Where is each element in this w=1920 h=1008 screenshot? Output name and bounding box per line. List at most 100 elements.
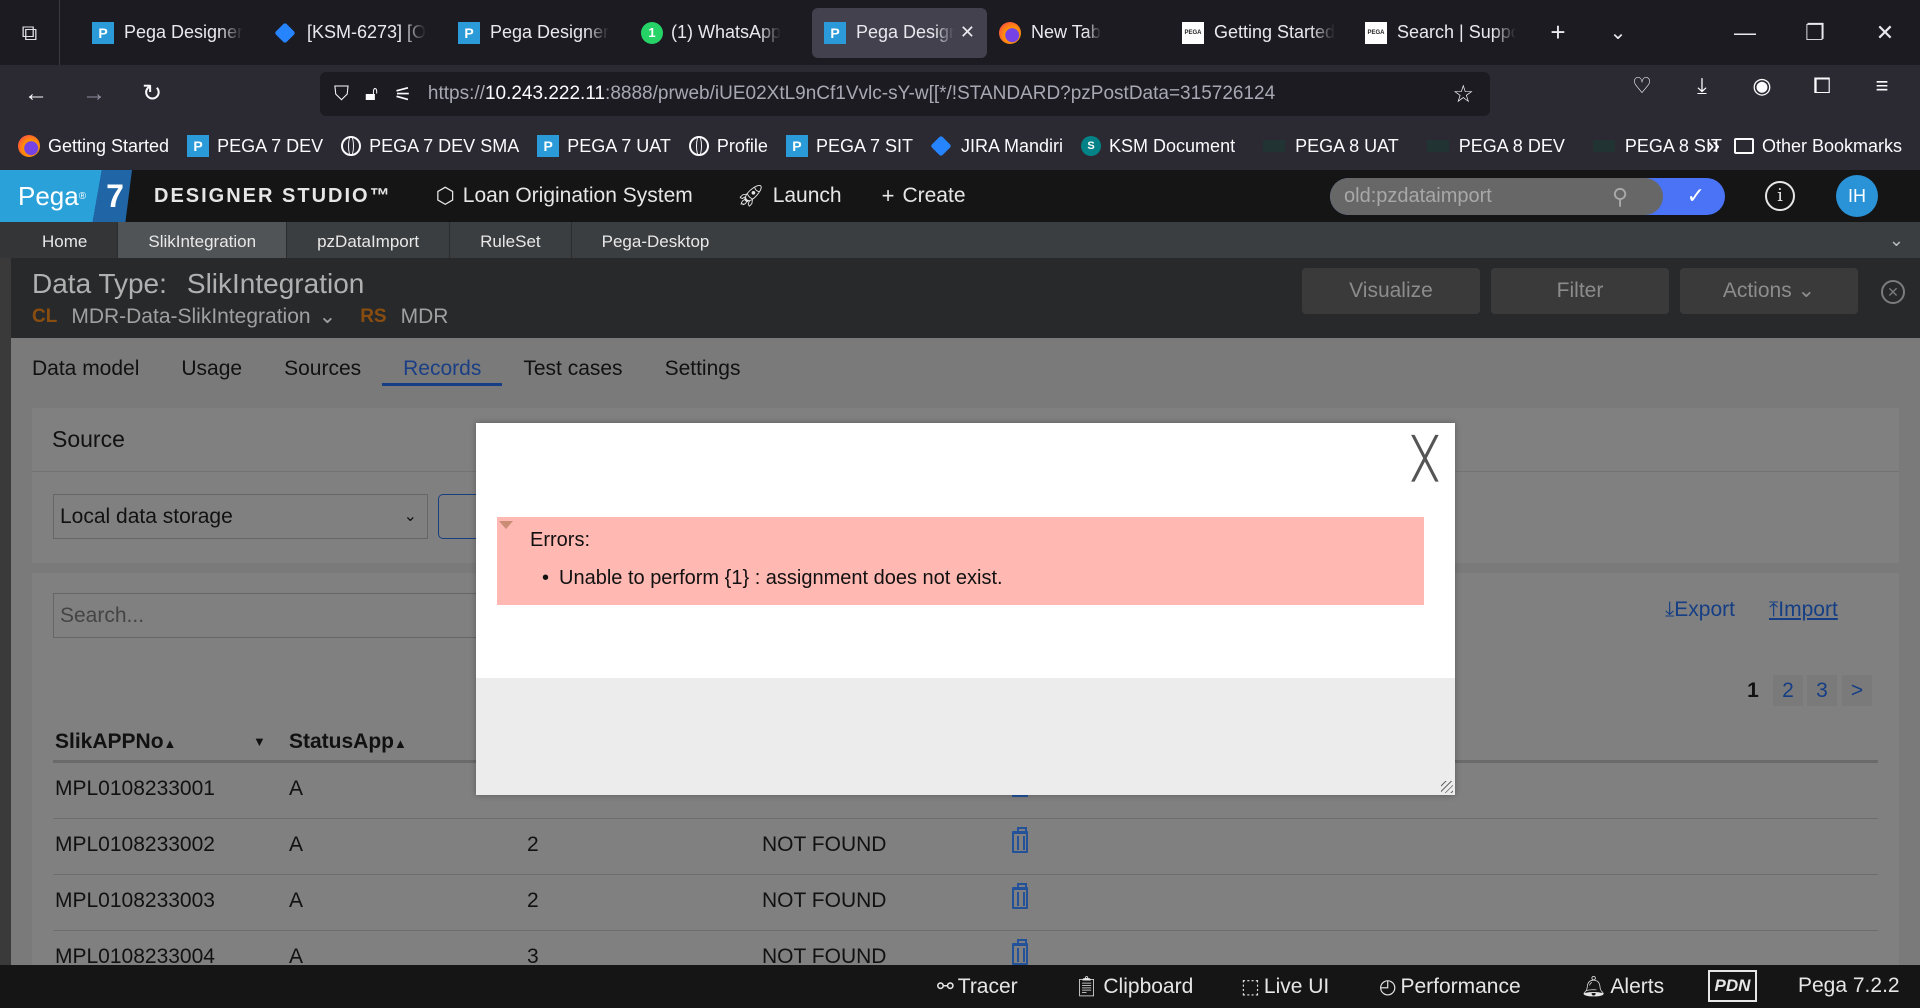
tab-pzdataimport[interactable]: pzDataImport: [287, 222, 451, 258]
source-select[interactable]: Local data storage ⌄: [53, 494, 428, 539]
application-menu[interactable]: ⬡ Loan Origination System: [436, 183, 693, 209]
browser-tab[interactable]: P Pega Designer: [80, 8, 263, 58]
tab-records[interactable]: Records: [382, 338, 503, 400]
tab-ruleset[interactable]: RuleSet: [450, 222, 572, 258]
bookmark-item[interactable]: PEGA 8 SIT: [1592, 136, 1722, 157]
resize-handle-icon[interactable]: [1441, 781, 1453, 793]
chevron-down-icon[interactable]: ⌄: [1588, 20, 1648, 45]
shield-icon[interactable]: ⛉: [334, 83, 349, 106]
collapse-triangle-icon[interactable]: [499, 521, 513, 529]
bookmark-item[interactable]: P PEGA 7 SIT: [785, 135, 913, 157]
delete-icon[interactable]: [1012, 939, 1028, 965]
chevron-down-icon: ⌄: [1797, 279, 1816, 302]
bookmark-star-icon[interactable]: ☆: [1452, 80, 1474, 109]
tab-pega-desktop[interactable]: Pega-Desktop: [572, 222, 740, 258]
browser-tab[interactable]: P Pega Designer: [446, 8, 629, 58]
export-link[interactable]: ⤓Export: [1665, 598, 1735, 622]
left-panel-handle[interactable]: [0, 258, 11, 965]
launch-menu[interactable]: 🚀︎ Launch: [737, 183, 842, 209]
extensions-icon[interactable]: ⧠: [1794, 73, 1850, 99]
lock-warning-icon[interactable]: 🔓︎: [365, 83, 378, 106]
browser-tab[interactable]: PEGA Getting Started: [1170, 8, 1353, 58]
sort-asc-icon: ▲: [394, 736, 407, 751]
pocket-icon[interactable]: ♡: [1614, 73, 1670, 99]
tab-usage[interactable]: Usage: [160, 338, 263, 400]
bookmark-item[interactable]: PEGA 8 UAT: [1263, 136, 1399, 157]
restore-icon[interactable]: ❐: [1780, 20, 1850, 46]
bookmark-item[interactable]: Profile: [688, 136, 768, 157]
forward-icon[interactable]: →: [72, 72, 116, 116]
version-label: Pega 7.2.2: [1798, 974, 1900, 997]
back-icon[interactable]: ←: [14, 72, 58, 116]
tab-slikintegration[interactable]: SlikIntegration: [118, 222, 288, 258]
bookmark-item[interactable]: P PEGA 7 DEV: [187, 135, 323, 157]
page-1[interactable]: 1: [1738, 675, 1768, 706]
bookmark-item[interactable]: S KSM Document: [1081, 136, 1235, 157]
chevron-down-icon[interactable]: ⌄: [1889, 230, 1904, 251]
delete-icon[interactable]: [1012, 827, 1028, 853]
close-icon[interactable]: ╳: [1413, 439, 1437, 479]
page-2[interactable]: 2: [1773, 675, 1803, 706]
designer-studio-menu[interactable]: DESIGNER STUDIO™: [154, 185, 392, 208]
page-3[interactable]: 3: [1807, 675, 1837, 706]
search-icon[interactable]: ⚲: [1612, 184, 1628, 210]
pega-logo-icon: [1426, 140, 1449, 152]
filter-icon[interactable]: ▼: [253, 734, 266, 749]
window-close-icon[interactable]: ✕: [1850, 20, 1920, 46]
create-menu[interactable]: + Create: [882, 183, 966, 209]
bookmark-item[interactable]: PEGA 8 DEV: [1426, 136, 1565, 157]
class-name-link[interactable]: MDR-Data-SlikIntegration: [71, 305, 310, 329]
reload-icon[interactable]: ↻: [130, 72, 174, 116]
pdn-button[interactable]: PDN: [1708, 970, 1757, 1002]
column-header-statusapp[interactable]: StatusApp▲: [289, 730, 407, 754]
browser-tab[interactable]: [KSM-6273] [O: [263, 8, 446, 58]
bookmark-item[interactable]: Getting Started: [18, 135, 169, 157]
bookmark-item[interactable]: P PEGA 7 UAT: [537, 135, 671, 157]
pega-logo-icon: [1263, 140, 1286, 152]
downloads-icon[interactable]: ⤓: [1674, 73, 1730, 99]
permissions-icon[interactable]: ⚟: [394, 82, 412, 107]
close-tab-icon[interactable]: ✕: [960, 22, 975, 43]
info-icon[interactable]: i: [1765, 181, 1795, 211]
tracer-button[interactable]: ⚯ Tracer: [937, 974, 1018, 999]
avatar[interactable]: IH: [1836, 175, 1878, 217]
tab-data-model[interactable]: Data model: [11, 338, 160, 400]
import-link[interactable]: ⤒Import: [1769, 598, 1838, 622]
chevron-down-icon[interactable]: ⌄: [319, 304, 337, 329]
search-box: old:pzdataimport ⚲ ✓: [1330, 178, 1725, 215]
gauge-icon: ◴: [1379, 976, 1397, 998]
minimize-icon[interactable]: —: [1710, 20, 1780, 46]
tab-sources[interactable]: Sources: [263, 338, 382, 400]
performance-button[interactable]: ◴ Performance: [1379, 974, 1521, 999]
browser-tab[interactable]: 1 (1) WhatsApp: [629, 8, 812, 58]
url-text[interactable]: https://10.243.222.11:8888/prweb/iUE02Xt…: [428, 83, 1275, 105]
bookmark-item[interactable]: PEGA 7 DEV SMA: [341, 136, 519, 157]
filter-button[interactable]: Filter: [1491, 268, 1669, 314]
close-rule-icon[interactable]: ✕: [1881, 280, 1905, 304]
pega-logo[interactable]: Pega ® 7: [0, 170, 132, 222]
live-ui-button[interactable]: ⬚ Live UI: [1241, 974, 1329, 999]
actions-button[interactable]: Actions ⌄: [1680, 268, 1858, 314]
delete-icon[interactable]: [1012, 883, 1028, 909]
bookmark-item[interactable]: JIRA Mandiri: [930, 135, 1063, 157]
account-icon[interactable]: ◉: [1734, 73, 1790, 99]
tab-home[interactable]: Home: [0, 222, 119, 258]
column-header-slikappno[interactable]: SlikAPPNo▲: [55, 730, 176, 754]
next-page[interactable]: >: [1842, 675, 1872, 706]
records-search-input[interactable]: Search...: [53, 593, 513, 638]
new-tab-icon[interactable]: +: [1528, 17, 1588, 48]
browser-tab[interactable]: PEGA Search | Suppo: [1353, 8, 1528, 58]
menu-icon[interactable]: ≡: [1854, 73, 1910, 99]
url-bar[interactable]: ⛉ 🔓︎ ⚟ https://10.243.222.11:8888/prweb/…: [320, 72, 1490, 116]
other-bookmarks[interactable]: Other Bookmarks: [1733, 136, 1902, 157]
browser-tab[interactable]: New Tab: [987, 8, 1170, 58]
visualize-button[interactable]: Visualize: [1302, 268, 1480, 314]
alerts-button[interactable]: 🔔︎ Alerts: [1581, 974, 1664, 999]
browser-tab-active[interactable]: P Pega Design ✕: [812, 7, 987, 58]
clipboard-button[interactable]: 📋︎ Clipboard: [1074, 974, 1193, 999]
tab-list-icon[interactable]: ⧉: [0, 0, 60, 65]
tab-test-cases[interactable]: Test cases: [502, 338, 643, 400]
tab-settings[interactable]: Settings: [644, 338, 762, 400]
checkmark-icon[interactable]: ✓: [1687, 183, 1705, 209]
more-bookmarks-icon[interactable]: »: [1707, 132, 1720, 160]
